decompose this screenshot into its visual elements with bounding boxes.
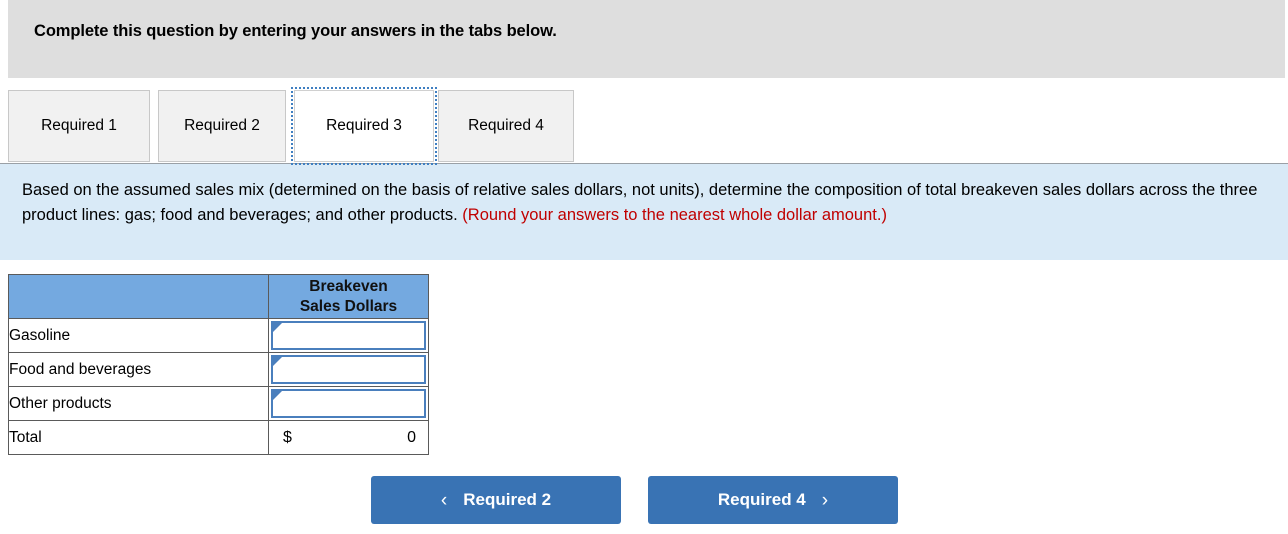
row-label-other-products: Other products (8, 386, 269, 421)
instruction-paragraph: Based on the assumed sales mix (determin… (22, 178, 1268, 228)
next-requirement-button[interactable]: Required 4 › (648, 476, 898, 524)
row-label-food-and-beverages: Food and beverages (8, 352, 269, 387)
table-row: Food and beverages (8, 352, 429, 387)
chevron-left-icon: ‹ (440, 489, 448, 511)
requirement-tabs: Required 1 Required 2 Required 3 Require… (0, 87, 1288, 165)
chevron-right-icon: › (821, 489, 829, 511)
tab-required-3[interactable]: Required 3 (291, 87, 437, 165)
cell-food-and-beverages-value (268, 352, 429, 387)
breakeven-sales-table: Breakeven Sales Dollars Gasoline Food an… (8, 274, 429, 455)
banner-instruction-text: Complete this question by entering your … (34, 22, 557, 40)
requirement-navigation: ‹ Required 2 Required 4 › (0, 476, 1288, 524)
header-breakeven-sales-dollars: Breakeven Sales Dollars (268, 274, 429, 319)
tab-required-1[interactable]: Required 1 (8, 90, 150, 162)
table-total-row: Total $ 0 (8, 420, 429, 455)
question-banner: Complete this question by entering your … (8, 0, 1285, 78)
cell-flag-icon (273, 357, 282, 366)
cell-flag-icon (273, 391, 282, 400)
header-line-1: Breakeven (309, 277, 388, 295)
total-amount: 0 (407, 428, 416, 446)
previous-requirement-button[interactable]: ‹ Required 2 (371, 476, 621, 524)
input-other-products-breakeven[interactable] (271, 389, 426, 418)
tab-required-2-label: Required 2 (184, 117, 260, 134)
tab-required-4-label: Required 4 (468, 117, 544, 134)
header-line-2: Sales Dollars (299, 297, 398, 315)
table-row: Gasoline (8, 318, 429, 353)
breakeven-table-wrapper: Breakeven Sales Dollars Gasoline Food an… (8, 274, 429, 455)
previous-requirement-label: Required 2 (463, 490, 552, 509)
instruction-round-note: (Round your answers to the nearest whole… (462, 206, 887, 224)
total-value-inner: $ 0 (269, 421, 428, 454)
header-blank-cell (8, 274, 269, 319)
total-currency-symbol: $ (283, 428, 292, 446)
input-gasoline-breakeven[interactable] (271, 321, 426, 350)
tab-required-3-label: Required 3 (326, 117, 402, 134)
table-row: Other products (8, 386, 429, 421)
tab-required-1-label: Required 1 (41, 117, 117, 134)
cell-flag-icon (273, 323, 282, 332)
cell-total-value: $ 0 (268, 420, 429, 455)
cell-gasoline-value (268, 318, 429, 353)
cell-other-products-value (268, 386, 429, 421)
row-label-total: Total (8, 420, 269, 455)
row-label-gasoline: Gasoline (8, 318, 269, 353)
instruction-panel: Based on the assumed sales mix (determin… (0, 164, 1288, 260)
next-requirement-label: Required 4 (717, 490, 806, 509)
tab-required-2[interactable]: Required 2 (158, 90, 286, 162)
table-header-row: Breakeven Sales Dollars (8, 274, 429, 319)
input-food-and-beverages-breakeven[interactable] (271, 355, 426, 384)
tab-required-4[interactable]: Required 4 (438, 90, 574, 162)
